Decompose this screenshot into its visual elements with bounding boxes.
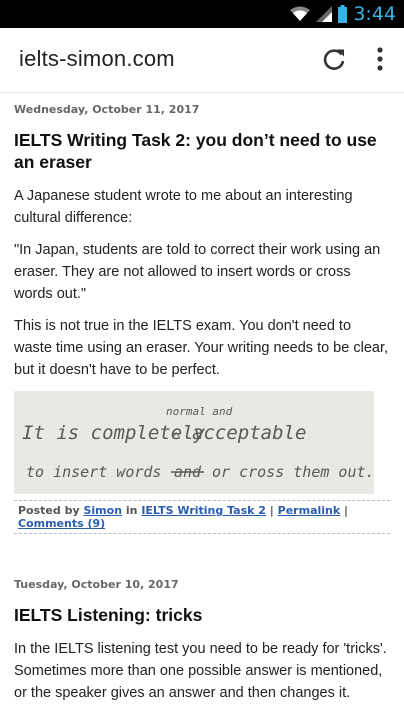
- clock: 3:44: [353, 3, 396, 25]
- post-date: Tuesday, October 10, 2017: [14, 578, 179, 591]
- blog-post: Tuesday, October 10, 2017 IELTS Listenin…: [14, 578, 390, 704]
- post-paragraph: A Japanese student wrote to me about an …: [14, 188, 353, 226]
- comments-link[interactable]: Comments (9): [18, 517, 105, 530]
- signal-icon: [316, 6, 333, 22]
- separator: |: [269, 504, 274, 517]
- post-paragraph: This is not true in the IELTS exam. You …: [14, 318, 388, 378]
- blog-post: Wednesday, October 11, 2017 IELTS Writin…: [14, 103, 390, 534]
- in-label: in: [125, 504, 138, 517]
- caret-mark: ^: [172, 431, 180, 447]
- post-paragraph: "In Japan, students are told to correct …: [14, 242, 381, 302]
- reload-icon[interactable]: [320, 45, 348, 73]
- post-title[interactable]: IELTS Listening: tricks: [14, 604, 390, 626]
- handwriting-line2-a: to insert words: [26, 463, 161, 481]
- category-link[interactable]: IELTS Writing Task 2: [141, 504, 266, 517]
- status-icons: 3:44: [290, 3, 396, 25]
- posted-by-label: Posted by: [18, 504, 80, 517]
- separator: |: [344, 504, 349, 517]
- handwriting-insert: normal and: [166, 405, 233, 418]
- author-link[interactable]: Simon: [83, 504, 122, 517]
- wifi-icon: [290, 6, 311, 21]
- browser-toolbar: ielts-simon.com: [0, 28, 404, 93]
- handwriting-image: It is completely normal and ^ acceptable…: [14, 391, 374, 494]
- post-paragraph: In the IELTS listening test you need to …: [14, 641, 387, 701]
- handwriting-line1-b: acceptable: [192, 422, 306, 444]
- page-content: Wednesday, October 11, 2017 IELTS Writin…: [0, 103, 390, 704]
- post-title[interactable]: IELTS Writing Task 2: you don’t need to …: [14, 129, 390, 173]
- post-date: Wednesday, October 11, 2017: [14, 103, 200, 116]
- permalink-link[interactable]: Permalink: [278, 504, 341, 517]
- status-bar: 3:44: [0, 0, 404, 28]
- overflow-menu-icon[interactable]: [370, 45, 390, 73]
- battery-icon: [338, 5, 348, 23]
- url-bar[interactable]: ielts-simon.com: [19, 46, 175, 72]
- handwriting-line2-b: or cross them out.: [212, 463, 374, 481]
- post-footer: Posted by Simon in IELTS Writing Task 2 …: [14, 500, 390, 534]
